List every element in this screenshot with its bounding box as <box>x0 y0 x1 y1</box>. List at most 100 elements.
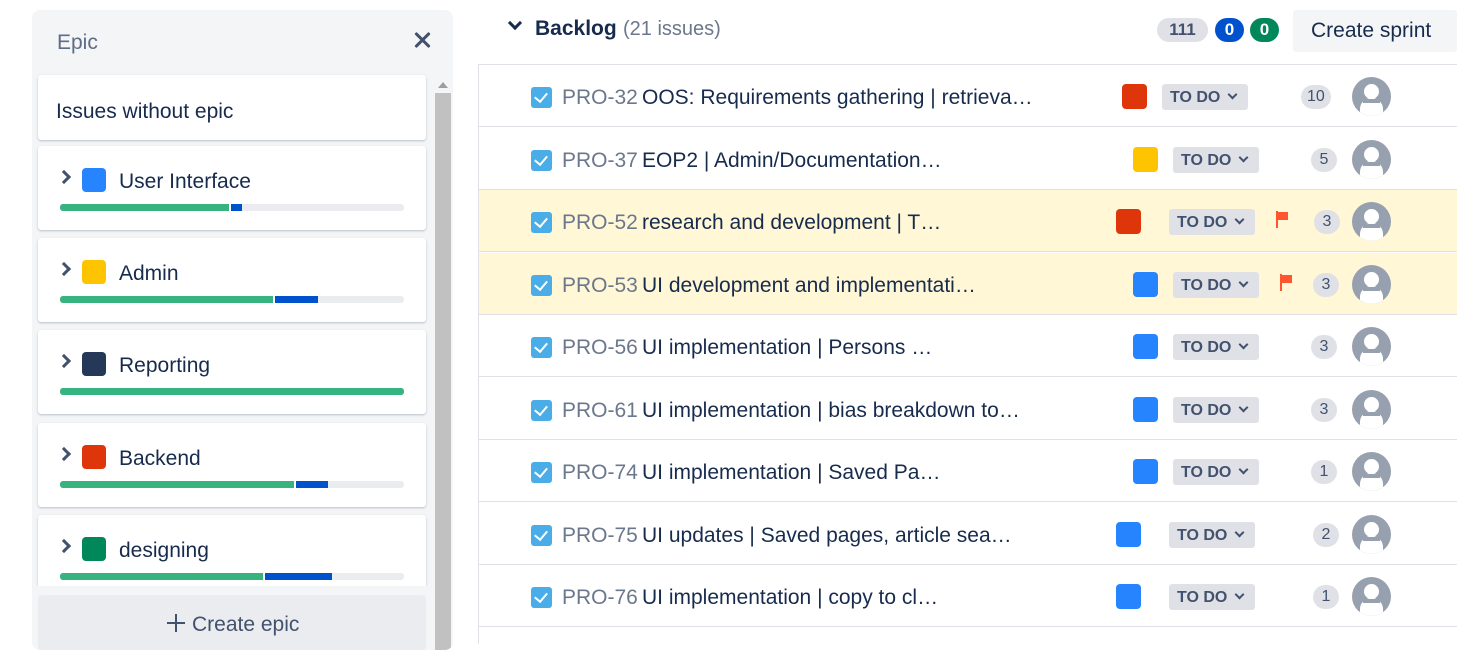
epic-color-swatch <box>82 352 106 376</box>
epic-card[interactable]: Backend <box>38 423 426 507</box>
epic-color-swatch <box>1133 146 1158 172</box>
issue-key[interactable]: PRO-52 <box>562 211 638 235</box>
chevron-down-icon[interactable] <box>507 15 523 31</box>
epic-name: designing <box>119 539 209 562</box>
status-dropdown[interactable]: TO DO <box>1169 584 1255 610</box>
status-dropdown[interactable]: TO DO <box>1169 209 1255 235</box>
in-progress-points-badge: 0 <box>1215 18 1244 42</box>
create-epic-label: Create epic <box>192 613 300 636</box>
chevron-right-icon[interactable] <box>56 353 72 369</box>
scroll-up-arrow-icon[interactable] <box>438 82 448 88</box>
epic-card[interactable]: designing <box>38 515 426 586</box>
assignee-avatar[interactable] <box>1352 514 1391 554</box>
issue-row[interactable]: PRO-37EOP2 | Admin/Documentation check TO… <box>479 127 1457 190</box>
assignee-avatar[interactable] <box>1352 139 1391 179</box>
story-points-badge: 3 <box>1314 210 1340 234</box>
scroll-thumb[interactable] <box>435 93 451 650</box>
status-dropdown[interactable]: TO DO <box>1173 271 1259 298</box>
assignee-avatar[interactable] <box>1352 202 1391 241</box>
epic-list-scrollbar[interactable] <box>432 72 453 650</box>
issue-row[interactable]: PRO-75 UI updates | Saved pages, article … <box>479 502 1457 565</box>
status-dropdown[interactable]: TO DO <box>1162 84 1248 110</box>
story-points-badge: 3 <box>1313 272 1339 297</box>
issue-summary: EOP2 | Admin/Documentation check <box>642 148 942 172</box>
task-type-icon <box>531 587 552 608</box>
flag-icon <box>1276 211 1289 228</box>
epic-color-swatch <box>1116 584 1141 609</box>
chevron-down-icon <box>1227 89 1238 100</box>
epic-progress-bar <box>60 296 404 303</box>
issue-key[interactable]: PRO-56 <box>562 336 638 360</box>
issue-row[interactable]: PRO-61 UI implementation | bias breakdown… <box>479 377 1457 440</box>
status-dropdown[interactable]: TO DO <box>1173 459 1259 485</box>
epic-color-swatch <box>82 445 106 469</box>
assignee-avatar[interactable] <box>1352 327 1391 366</box>
assignee-avatar[interactable] <box>1352 264 1391 304</box>
issue-summary: UI development and implementation | TTS <box>642 273 982 297</box>
flag-icon <box>1280 273 1293 291</box>
epic-panel-header: Epic <box>32 10 453 72</box>
assignee-avatar[interactable] <box>1352 77 1391 116</box>
issue-summary: OOS: Requirements gathering | retrieval … <box>642 86 1036 109</box>
epic-card[interactable]: Admin <box>38 238 426 322</box>
status-dropdown[interactable]: TO DO <box>1173 146 1259 173</box>
create-sprint-button[interactable]: Create sprint <box>1293 10 1457 52</box>
status-dropdown[interactable]: TO DO <box>1173 396 1259 423</box>
epic-color-swatch <box>1133 396 1158 422</box>
assignee-avatar[interactable] <box>1352 577 1391 616</box>
story-points-badge: 1 <box>1313 585 1339 609</box>
issue-row[interactable]: PRO-52 research and development | TTS TO D… <box>479 190 1457 252</box>
chevron-down-icon <box>1234 589 1245 600</box>
issues-without-epic-card[interactable]: Issues without epic <box>38 75 426 140</box>
epic-color-swatch <box>82 260 106 284</box>
chevron-down-icon <box>1234 527 1245 537</box>
issue-key[interactable]: PRO-74 <box>562 461 638 485</box>
epic-progress-bar <box>60 481 404 488</box>
plus-icon <box>167 614 185 632</box>
status-label: TO DO <box>1177 589 1228 606</box>
issue-key[interactable]: PRO-32 <box>562 86 638 110</box>
backlog-issue-count: (21 issues) <box>623 18 721 40</box>
chevron-right-icon[interactable] <box>56 261 72 277</box>
task-type-icon <box>531 337 552 358</box>
chevron-down-icon <box>1238 464 1249 475</box>
epic-progress-bar <box>60 573 404 580</box>
status-dropdown[interactable]: TO DO <box>1173 334 1259 360</box>
status-label: TO DO <box>1181 464 1232 481</box>
issue-summary: UI updates | Saved pages, article search… <box>642 523 1016 547</box>
chevron-down-icon <box>1238 339 1249 350</box>
issue-key[interactable]: PRO-75 <box>562 524 638 548</box>
chevron-right-icon[interactable] <box>56 446 72 462</box>
assignee-avatar[interactable] <box>1352 389 1391 429</box>
story-points-badge: 10 <box>1301 85 1331 109</box>
assignee-avatar[interactable] <box>1352 452 1391 491</box>
done-points-badge: 0 <box>1250 18 1279 42</box>
task-type-icon <box>531 399 552 421</box>
chevron-right-icon[interactable] <box>56 538 72 554</box>
chevron-right-icon[interactable] <box>56 169 72 185</box>
status-dropdown[interactable]: TO DO <box>1169 521 1255 548</box>
epic-name: User Interface <box>119 170 251 193</box>
issue-key[interactable]: PRO-37 <box>562 149 638 173</box>
story-points-badge: 3 <box>1311 335 1337 359</box>
issue-key[interactable]: PRO-53 <box>562 274 638 298</box>
status-label: TO DO <box>1181 151 1232 169</box>
issue-summary: UI implementation | Saved Pages <box>642 461 942 484</box>
issue-row[interactable]: PRO-56UI implementation | Persons of int… <box>479 315 1457 377</box>
issue-key[interactable]: PRO-61 <box>562 399 638 423</box>
epic-card[interactable]: User Interface <box>38 146 426 230</box>
story-points-badge: 1 <box>1311 460 1337 484</box>
status-label: TO DO <box>1170 89 1221 106</box>
issue-row[interactable]: PRO-53 UI development and implementation … <box>479 252 1457 315</box>
issue-row[interactable]: PRO-32 OOS: Requirements gathering | retr… <box>479 65 1457 127</box>
issue-key[interactable]: PRO-76 <box>562 586 638 610</box>
close-icon[interactable] <box>410 28 434 52</box>
issues-without-epic-label: Issues without epic <box>56 100 234 123</box>
epic-card[interactable]: Reporting <box>38 330 426 414</box>
task-type-icon <box>531 274 552 296</box>
issue-row[interactable]: PRO-74 UI implementation | Saved Pages TO … <box>479 440 1457 502</box>
chevron-down-icon <box>1234 214 1245 225</box>
create-epic-button[interactable]: Create epic <box>38 595 426 650</box>
task-type-icon <box>531 87 552 108</box>
issue-row[interactable]: PRO-76UI implementation | copy to clipbo… <box>479 565 1457 627</box>
